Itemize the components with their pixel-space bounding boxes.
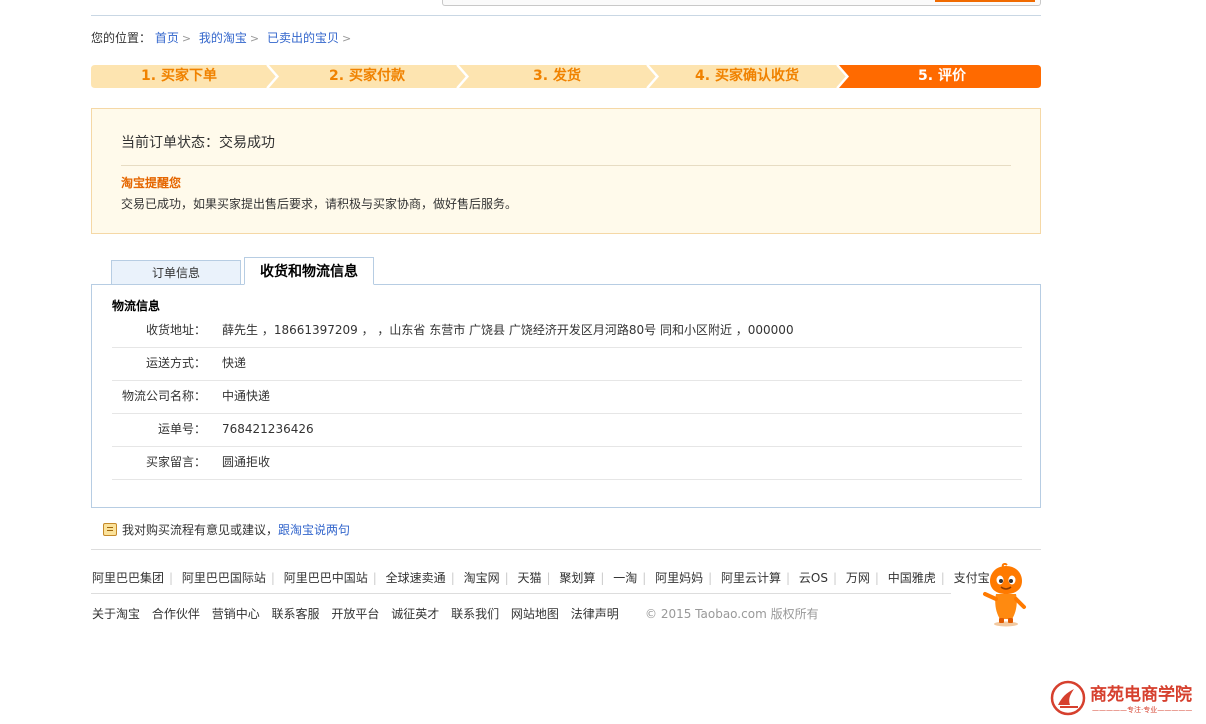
- footer-link[interactable]: 网站地图: [511, 607, 559, 621]
- search-button-edge[interactable]: [935, 0, 1035, 2]
- footer-separator: |: [600, 571, 605, 585]
- logistics-title: 物流信息: [112, 299, 161, 313]
- shipping-method-label: 运送方式：: [145, 356, 206, 370]
- breadcrumb: 您的位置： 首页 > 我的淘宝 > 已卖出的宝贝 >: [91, 29, 355, 46]
- footer-link[interactable]: 万网: [846, 571, 870, 585]
- breadcrumb-separator: >: [249, 32, 260, 45]
- taobao-mascot-icon: [983, 563, 1026, 627]
- footer-link[interactable]: 合作伙伴: [152, 607, 200, 621]
- tracking-label: 运单号：: [157, 422, 206, 436]
- watermark: 商苑电商学院 —————专注·专业—————: [1050, 678, 1202, 718]
- info-row-shipping-method: 运送方式： 快递: [112, 348, 1022, 381]
- footer-link[interactable]: 全球速卖通: [386, 571, 446, 585]
- footer-separator: |: [874, 571, 879, 585]
- breadcrumb-home[interactable]: 首页: [155, 31, 179, 45]
- info-row-buyer-message: 买家留言： 圆通拒收: [112, 447, 1022, 480]
- header-divider: [91, 15, 1041, 16]
- buyer-message-label: 买家留言：: [145, 455, 206, 469]
- breadcrumb-separator: >: [181, 32, 192, 45]
- footer-link[interactable]: 法律声明: [571, 607, 619, 621]
- status-divider: [121, 165, 1011, 166]
- address-value: 薛先生 ，18661397209 ， ，山东省 东营市 广饶县 广饶经济开发区月…: [222, 323, 794, 337]
- footer-divider-secondary: [91, 593, 951, 594]
- order-status-text: 当前订单状态：交易成功: [121, 135, 275, 151]
- footer-link[interactable]: 云OS: [799, 571, 828, 585]
- search-box-edge[interactable]: [442, 0, 1041, 6]
- tab-shipping-logistics[interactable]: 收货和物流信息: [244, 257, 374, 285]
- footer-link[interactable]: 阿里巴巴国际站: [182, 571, 266, 585]
- shipping-method-value: 快递: [222, 356, 247, 370]
- breadcrumb-prefix: 您的位置：: [91, 31, 152, 45]
- footer-divider: [91, 549, 1041, 550]
- tracking-value: 768421236426: [222, 422, 314, 436]
- watermark-title: 商苑电商学院: [1090, 685, 1192, 705]
- carrier-value: 中通快递: [222, 389, 271, 403]
- watermark-logo-icon: [1050, 680, 1086, 716]
- footer-link[interactable]: 中国雅虎: [888, 571, 936, 585]
- step-review-active: 5. 评价: [918, 68, 966, 84]
- footer-link[interactable]: 阿里巴巴集团: [92, 571, 164, 585]
- footer-separator: |: [642, 571, 647, 585]
- footer-link[interactable]: 关于淘宝: [92, 607, 140, 621]
- footer-link[interactable]: 联系我们: [451, 607, 499, 621]
- order-progress-steps: 1. 买家下单 2. 买家付款 3. 发货 4. 买家确认收货 5. 评价: [91, 65, 1041, 88]
- feedback-text: 我对购买流程有意见或建议，: [122, 523, 279, 537]
- footer-separator: |: [940, 571, 945, 585]
- logistics-panel: 物流信息 收货地址： 薛先生 ，18661397209 ， ，山东省 东营市 广…: [91, 284, 1041, 508]
- reminder-text: 交易已成功，如果买家提出售后要求，请积极与买家协商，做好售后服务。: [121, 197, 518, 211]
- copyright-text: © 2015 Taobao.com 版权所有: [645, 607, 819, 621]
- footer-separator: |: [169, 571, 174, 585]
- footer-separator: |: [504, 571, 509, 585]
- footer-link[interactable]: 开放平台: [331, 607, 379, 621]
- footer-link[interactable]: 阿里云计算: [721, 571, 781, 585]
- breadcrumb-sold-items[interactable]: 已卖出的宝贝: [267, 31, 339, 45]
- watermark-subtitle: —————专注·专业—————: [1092, 706, 1193, 714]
- footer-separator: |: [450, 571, 455, 585]
- breadcrumb-separator: >: [341, 32, 352, 45]
- footer-link[interactable]: 联系客服: [272, 607, 320, 621]
- breadcrumb-my-taobao[interactable]: 我的淘宝: [199, 31, 247, 45]
- feedback-line: 我对购买流程有意见或建议，跟淘宝说两句: [103, 521, 350, 538]
- footer-links-secondary: 关于淘宝 合作伙伴 营销中心 联系客服 开放平台 诚征英才 联系我们 网站地图 …: [92, 605, 627, 622]
- footer-separator: |: [708, 571, 713, 585]
- footer-link[interactable]: 天猫: [517, 571, 541, 585]
- step-confirm-receipt: 4. 买家确认收货: [695, 68, 799, 84]
- footer-link[interactable]: 营销中心: [212, 607, 260, 621]
- buyer-message-value: 圆通拒收: [222, 455, 271, 469]
- info-row-carrier: 物流公司名称： 中通快递: [112, 381, 1022, 414]
- footer-separator: |: [786, 571, 791, 585]
- footer-link[interactable]: 阿里妈妈: [655, 571, 703, 585]
- info-row-tracking: 运单号： 768421236426: [112, 414, 1022, 447]
- footer-link[interactable]: 阿里巴巴中国站: [284, 571, 368, 585]
- tab-order-info[interactable]: 订单信息: [111, 260, 241, 284]
- footer-link[interactable]: 诚征英才: [391, 607, 439, 621]
- step-ship: 3. 发货: [533, 68, 581, 84]
- footer-separator: |: [270, 571, 275, 585]
- step-payment: 2. 买家付款: [329, 68, 405, 84]
- step-place-order: 1. 买家下单: [141, 68, 217, 84]
- footer-separator: |: [546, 571, 551, 585]
- address-label: 收货地址：: [145, 323, 206, 337]
- footer-separator: |: [372, 571, 377, 585]
- footer-link[interactable]: 聚划算: [559, 571, 595, 585]
- order-status-box: 当前订单状态：交易成功 淘宝提醒您 交易已成功，如果买家提出售后要求，请积极与买…: [91, 108, 1041, 234]
- footer-links-group: 阿里巴巴集团 | 阿里巴巴国际站 | 阿里巴巴中国站 | 全球速卖通 | 淘宝网 | 天猫…: [92, 569, 990, 586]
- reminder-title: 淘宝提醒您: [121, 176, 182, 190]
- info-row-address: 收货地址： 薛先生 ，18661397209 ， ，山东省 东营市 广饶县 广饶…: [112, 315, 1022, 348]
- feedback-icon: [103, 523, 117, 536]
- footer-link[interactable]: 淘宝网: [464, 571, 500, 585]
- carrier-label: 物流公司名称：: [121, 389, 206, 403]
- footer-link[interactable]: 一淘: [613, 571, 637, 585]
- footer-separator: |: [832, 571, 838, 585]
- feedback-link[interactable]: 跟淘宝说两句: [278, 523, 350, 537]
